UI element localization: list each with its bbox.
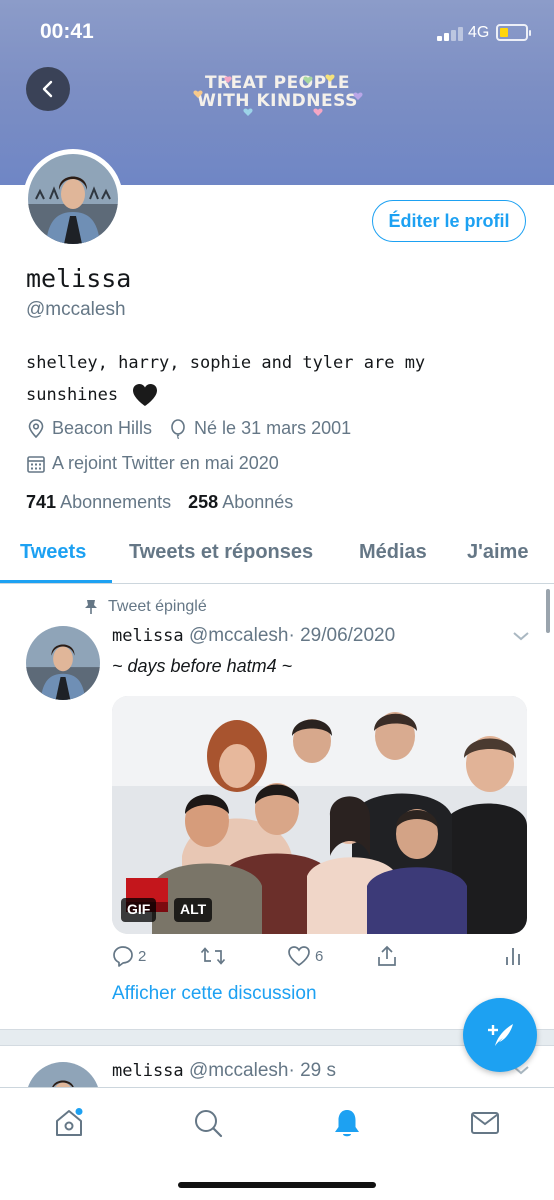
back-arrow-icon (42, 80, 53, 98)
status-time: 00:41 (40, 20, 94, 43)
following-label: Abonnements (60, 492, 172, 512)
active-tab-indicator (0, 580, 112, 583)
profile-meta-row-1: Beacon Hills Né le 31 mars 2001 (26, 418, 351, 439)
profile-bio: shelley, harry, sophie and tyler are my … (26, 347, 506, 411)
pinned-tweet-label: Tweet épinglé (84, 598, 207, 616)
mail-icon (471, 1112, 499, 1134)
pin-icon (85, 600, 97, 614)
search-icon (195, 1110, 223, 1138)
avatar-photo (28, 154, 118, 244)
alt-badge[interactable]: ALT (174, 898, 213, 922)
tweet-timestamp[interactable]: · 29/06/2020 (288, 625, 395, 646)
banner-text-line2: WITH KINDNESS (197, 91, 358, 111)
profile-birthday: Né le 31 mars 2001 (194, 418, 352, 438)
tweet-header: melissa @mccalesh· 29/06/2020 (112, 625, 395, 647)
tweet-timestamp[interactable]: · 29 s (288, 1060, 336, 1081)
location-pin-icon (28, 418, 44, 438)
retweet-icon (200, 947, 226, 965)
tweet-author-name[interactable]: melissa (112, 1061, 184, 1081)
following-count: 741 (26, 492, 57, 512)
tweet-author-handle[interactable]: @mccalesh (189, 1060, 289, 1081)
reply-button[interactable]: 2 (112, 945, 146, 967)
followers-link[interactable]: 258 Abonnés (188, 492, 293, 512)
pinned-label-text: Tweet épinglé (108, 598, 207, 615)
display-name: melissa (26, 264, 132, 293)
profile-meta-row-2: A rejoint Twitter en mai 2020 (26, 453, 279, 474)
tweet-author-handle[interactable]: @mccalesh (189, 625, 289, 646)
tweet-actions: 2 6 (112, 945, 527, 971)
nav-messages[interactable] (468, 1106, 502, 1140)
tweet-text: ~ days before hatm4 ~ (112, 656, 293, 676)
cellular-signal-icon (437, 25, 463, 41)
back-button[interactable] (26, 67, 70, 111)
profile-handle: @mccalesh (26, 299, 126, 320)
tab-tweets-and-replies[interactable]: Tweets et réponses (129, 541, 313, 564)
bio-line-2: sunshines (26, 385, 119, 405)
banner-text-line1: TREAT PEOPLE (204, 73, 351, 93)
nav-search[interactable] (191, 1106, 225, 1140)
tweet-author-name[interactable]: melissa (112, 626, 184, 646)
gif-badge: GIF (121, 898, 157, 922)
calendar-icon (27, 455, 45, 473)
scrollbar[interactable] (546, 589, 550, 633)
analytics-icon (506, 948, 520, 965)
tab-tweets[interactable]: Tweets (20, 541, 86, 564)
banner-artwork-text: TREAT PEOPLE WITH KINDNESS (190, 74, 365, 118)
tab-media[interactable]: Médias (359, 541, 427, 564)
compose-icon (488, 1024, 513, 1046)
balloon-icon (171, 418, 185, 439)
profile-tabs: Tweets Tweets et réponses Médias J'aime (0, 527, 554, 584)
reply-icon (113, 946, 133, 967)
following-link[interactable]: 741 Abonnements (26, 492, 171, 512)
chevron-down-icon[interactable] (512, 630, 530, 642)
like-count: 6 (315, 947, 324, 965)
profile-joined: A rejoint Twitter en mai 2020 (52, 453, 279, 473)
followers-label: Abonnés (222, 492, 294, 512)
battery-icon (496, 24, 531, 41)
profile-location: Beacon Hills (52, 418, 153, 438)
nav-notifications[interactable] (330, 1106, 364, 1140)
tab-likes[interactable]: J'aime (467, 541, 528, 564)
network-type: 4G (468, 24, 490, 41)
show-thread-link[interactable]: Afficher cette discussion (112, 983, 317, 1005)
black-heart-icon (133, 384, 158, 406)
tweet-header: melissa @mccalesh· 29 s (112, 1060, 336, 1082)
avatar-photo (26, 626, 100, 700)
analytics-button[interactable] (504, 945, 522, 967)
edit-profile-button[interactable]: Éditer le profil (372, 200, 526, 242)
heart-icon (288, 946, 310, 967)
tweet-author-avatar[interactable] (26, 626, 100, 700)
share-icon (378, 945, 396, 966)
home-icon (56, 1108, 83, 1136)
share-button[interactable] (376, 945, 398, 967)
profile-avatar[interactable] (23, 149, 123, 249)
compose-tweet-button[interactable] (463, 998, 537, 1072)
like-button[interactable]: 6 (287, 945, 323, 967)
follow-counts: 741 Abonnements 258 Abonnés (26, 492, 293, 513)
bell-icon (335, 1110, 359, 1137)
nav-home[interactable] (52, 1106, 86, 1140)
retweet-button[interactable] (200, 945, 226, 967)
bio-line-1: shelley, harry, sophie and tyler are my (26, 353, 426, 373)
status-bar: 00:41 4G (0, 0, 554, 66)
home-indicator[interactable] (178, 1182, 376, 1188)
reply-count: 2 (138, 947, 147, 965)
followers-count: 258 (188, 492, 219, 512)
